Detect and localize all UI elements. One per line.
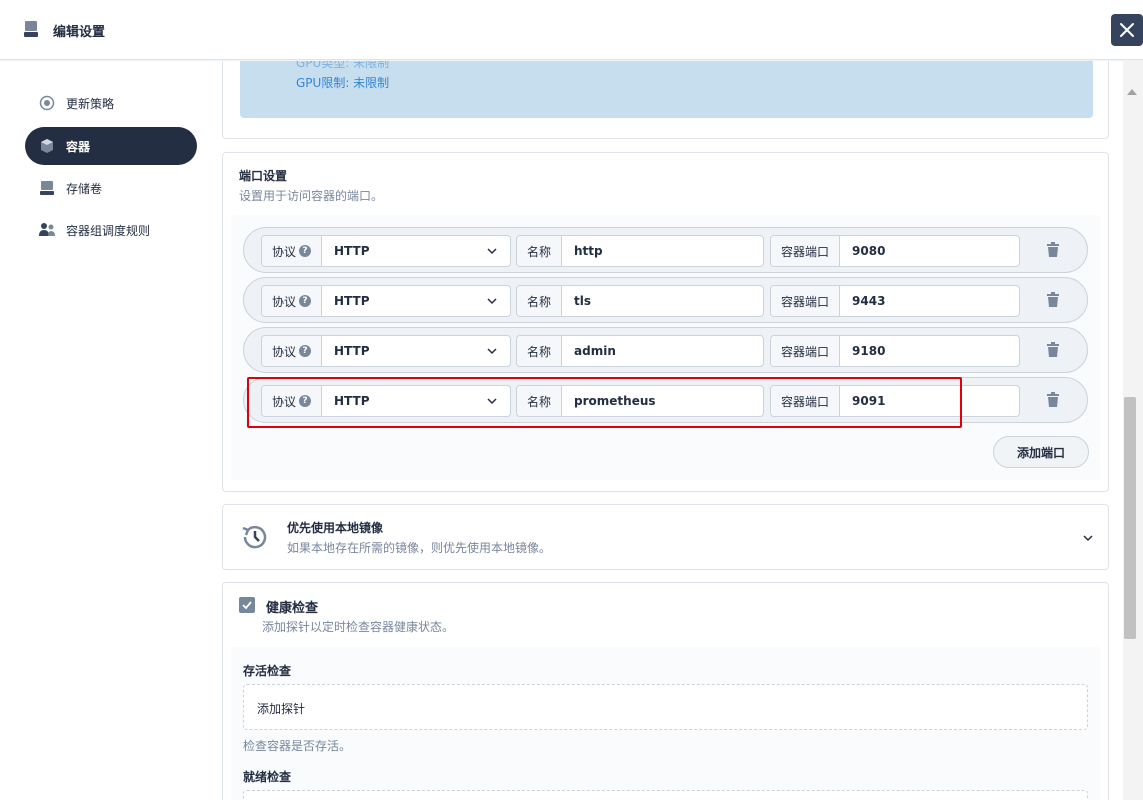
chevron-down-icon [487,298,497,305]
dialog-title: 编辑设置 [53,25,106,40]
name-value: http [574,244,603,258]
port-row: 协议? HTTP 名称 prometheus 容器端口 9091 [243,377,1088,423]
container-port-label: 容器端口 [771,386,841,416]
edit-settings-icon [24,21,38,37]
name-label: 名称 [517,336,563,366]
gpu-limit-text: GPU限制: 未限制 [296,76,390,90]
add-readiness-probe-button[interactable] [243,790,1088,800]
sidebar-item-label: 容器组调度规则 [66,224,151,238]
sidebar: 更新策略 容器 存储卷 容器组调度规则 [0,61,210,800]
health-check-checkbox[interactable] [239,597,255,613]
container-icon [41,139,53,153]
container-port-input[interactable]: 容器端口 9443 [770,285,1020,317]
name-value: admin [574,344,616,358]
add-probe-label: 添加探针 [257,702,306,716]
chevron-down-icon [487,398,497,405]
help-icon: ? [299,245,312,257]
add-port-button[interactable]: 添加端口 [993,436,1089,468]
sidebar-item-label: 存储卷 [66,182,103,196]
port-name-input[interactable]: 名称 http [516,235,764,267]
scheduling-rule-icon [39,223,55,236]
dialog-header: 编辑设置 [0,0,1143,60]
help-icon: ? [299,345,312,357]
port-name-input[interactable]: 名称 admin [516,335,764,367]
local-image-title: 优先使用本地镜像 [287,521,384,535]
container-port-value: 9080 [852,244,886,258]
port-row: 协议? HTTP 名称 admin 容器端口 9180 [243,327,1088,373]
help-icon: ? [299,295,312,307]
trash-icon[interactable] [1046,242,1060,258]
health-check-title: 健康检查 [266,601,319,616]
local-image-desc: 如果本地存在所需的镜像，则优先使用本地镜像。 [287,541,552,555]
main-content: GPU类型: 未限制 GPU限制: 未限制 端口设置 设置用于访问容器的端口。 … [210,61,1123,800]
local-image-card[interactable]: 优先使用本地镜像 如果本地存在所需的镜像，则优先使用本地镜像。 [222,504,1109,570]
container-port-label: 容器端口 [771,286,841,316]
port-name-input[interactable]: 名称 prometheus [516,385,764,417]
protocol-value: HTTP [334,394,370,408]
port-row: 协议? HTTP 名称 http 容器端口 9080 [243,227,1088,273]
port-settings-card: 端口设置 设置用于访问容器的端口。 协议? HTTP 名称 http 容器端口 … [222,152,1109,492]
trash-icon[interactable] [1046,292,1060,308]
storage-volume-icon [40,181,54,195]
sidebar-item-label: 容器 [66,140,91,154]
update-strategy-icon [39,95,55,111]
gpu-type-text: GPU类型: 未限制 [296,61,390,70]
sidebar-item-storage-volume[interactable]: 存储卷 [25,169,197,207]
liveness-title: 存活检查 [243,664,292,678]
container-port-label: 容器端口 [771,336,841,366]
container-port-input[interactable]: 容器端口 9091 [770,385,1020,417]
container-port-value: 9443 [852,294,886,308]
trash-icon[interactable] [1046,342,1060,358]
name-value: tls [574,294,592,308]
protocol-label: 协议? [262,286,323,316]
close-button[interactable] [1111,14,1143,46]
health-check-desc: 添加探针以定时检查容器健康状态。 [262,620,455,634]
container-port-input[interactable]: 容器端口 9180 [770,335,1020,367]
protocol-value: HTTP [334,294,370,308]
checkmark-icon [242,601,252,610]
sidebar-item-label: 更新策略 [66,97,115,111]
name-value: prometheus [574,394,656,408]
container-port-label: 容器端口 [771,236,841,266]
health-check-card: 健康检查 添加探针以定时检查容器健康状态。 存活检查 添加探针 检查容器是否存活… [222,582,1109,800]
container-port-input[interactable]: 容器端口 9080 [770,235,1020,267]
protocol-select[interactable]: 协议? HTTP [261,335,511,367]
container-port-value: 9091 [852,394,886,408]
protocol-value: HTTP [334,344,370,358]
protocol-label: 协议? [262,336,323,366]
chevron-down-icon[interactable] [1082,532,1094,544]
protocol-value: HTTP [334,244,370,258]
liveness-desc: 检查容器是否存活。 [243,739,352,753]
readiness-title: 就绪检查 [243,770,292,784]
port-row: 协议? HTTP 名称 tls 容器端口 9443 [243,277,1088,323]
protocol-select[interactable]: 协议? HTTP [261,385,511,417]
ports-list: 协议? HTTP 名称 http 容器端口 9080 协议? HTTP 名称 t… [231,215,1100,480]
scroll-up-arrow[interactable] [1127,89,1137,95]
trash-icon[interactable] [1046,392,1060,408]
sidebar-item-container[interactable]: 容器 [25,127,197,165]
protocol-select[interactable]: 协议? HTTP [261,285,511,317]
protocol-label: 协议? [262,386,323,416]
name-label: 名称 [517,386,563,416]
add-liveness-probe-button[interactable]: 添加探针 [243,684,1088,730]
protocol-label: 协议? [262,236,323,266]
port-name-input[interactable]: 名称 tls [516,285,764,317]
scrollbar-thumb[interactable] [1124,397,1136,639]
history-icon [242,525,267,549]
gpu-info-box: GPU类型: 未限制 GPU限制: 未限制 [240,61,1093,118]
container-port-value: 9180 [852,344,886,358]
chevron-down-icon [487,248,497,255]
name-label: 名称 [517,286,563,316]
resource-limits-card: GPU类型: 未限制 GPU限制: 未限制 [222,61,1109,139]
help-icon: ? [299,395,312,407]
protocol-select[interactable]: 协议? HTTP [261,235,511,267]
chevron-down-icon [487,348,497,355]
port-settings-desc: 设置用于访问容器的端口。 [239,189,384,203]
name-label: 名称 [517,236,563,266]
sidebar-item-update-strategy[interactable]: 更新策略 [25,84,197,122]
port-settings-title: 端口设置 [239,169,288,183]
close-icon [1120,23,1134,37]
sidebar-item-scheduling-rules[interactable]: 容器组调度规则 [25,211,197,249]
probe-settings: 存活检查 添加探针 检查容器是否存活。 就绪检查 [231,647,1100,800]
